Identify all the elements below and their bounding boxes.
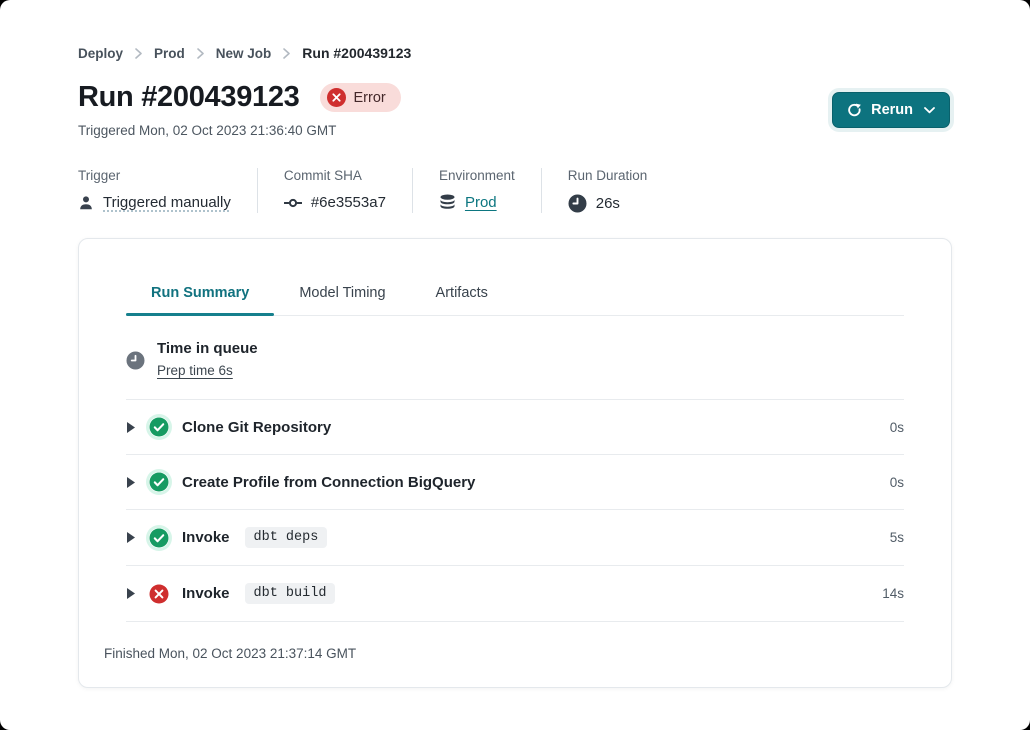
meta-duration-label: Run Duration (568, 168, 648, 183)
step-duration: 5s (890, 530, 904, 545)
prep-time-link[interactable]: Prep time 6s (157, 363, 233, 378)
x-circle-icon (149, 584, 169, 604)
breadcrumb: Deploy Prod New Job Run #200439123 (0, 0, 1030, 61)
meta-commit-label: Commit SHA (284, 168, 386, 183)
environment-link[interactable]: Prod (465, 194, 497, 211)
step-row-clone-git[interactable]: Clone Git Repository 0s (126, 400, 904, 455)
caret-right-icon[interactable] (126, 476, 136, 489)
trigger-value[interactable]: Triggered manually (103, 194, 231, 211)
step-duration: 0s (890, 420, 904, 435)
run-summary-card: Run Summary Model Timing Artifacts Time … (78, 238, 952, 688)
person-icon (78, 195, 94, 211)
status-badge-label: Error (354, 90, 386, 106)
meta-environment: Environment Prod (439, 168, 542, 213)
caret-right-icon[interactable] (126, 587, 136, 600)
breadcrumb-item-current-run: Run #200439123 (302, 45, 411, 61)
rerun-button-label: Rerun (871, 102, 913, 118)
chevron-right-icon (197, 48, 204, 59)
tab-artifacts[interactable]: Artifacts (411, 285, 513, 315)
time-in-queue-row: Time in queue Prep time 6s (126, 340, 904, 400)
status-badge: Error (320, 83, 401, 112)
rerun-button[interactable]: Rerun (832, 92, 950, 128)
run-detail-page: Deploy Prod New Job Run #200439123 Run #… (0, 0, 1030, 730)
chevron-right-icon (283, 48, 290, 59)
tab-run-summary[interactable]: Run Summary (126, 285, 274, 315)
commit-icon (284, 197, 302, 209)
clock-icon (568, 194, 587, 213)
step-command-chip: dbt deps (245, 527, 328, 548)
step-duration: 0s (890, 475, 904, 490)
step-row-create-profile[interactable]: Create Profile from Connection BigQuery … (126, 455, 904, 510)
check-circle-icon (149, 472, 169, 492)
tab-model-timing[interactable]: Model Timing (274, 285, 410, 315)
run-duration-value: 26s (596, 195, 620, 212)
breadcrumb-item-deploy[interactable]: Deploy (78, 46, 123, 61)
chevron-down-icon (924, 107, 935, 114)
time-in-queue-title: Time in queue (157, 340, 258, 357)
check-circle-icon (149, 417, 169, 437)
check-circle-icon (149, 528, 169, 548)
queue-clock-icon (126, 351, 145, 370)
meta-trigger: Trigger Triggered manually (78, 168, 258, 213)
meta-run-duration: Run Duration 26s (568, 168, 674, 213)
step-row-dbt-build[interactable]: Invoke dbt build 14s (126, 566, 904, 622)
breadcrumb-item-prod[interactable]: Prod (154, 46, 185, 61)
finished-timestamp: Finished Mon, 02 Oct 2023 21:37:14 GMT (104, 646, 926, 661)
page-title: Run #200439123 (78, 81, 300, 114)
meta-trigger-label: Trigger (78, 168, 231, 183)
meta-commit-sha: Commit SHA #6e3553a7 (284, 168, 413, 213)
step-row-dbt-deps[interactable]: Invoke dbt deps 5s (126, 510, 904, 566)
commit-sha-value: #6e3553a7 (311, 194, 386, 211)
step-label: Invoke (182, 585, 230, 602)
step-label: Create Profile from Connection BigQuery (182, 474, 475, 491)
tab-bar: Run Summary Model Timing Artifacts (126, 285, 904, 316)
refresh-icon (847, 103, 862, 118)
step-command-chip: dbt build (245, 583, 336, 604)
step-duration: 14s (882, 586, 904, 601)
caret-right-icon[interactable] (126, 421, 136, 434)
caret-right-icon[interactable] (126, 531, 136, 544)
run-meta-row: Trigger Triggered manually Commit SHA #6… (78, 168, 1030, 213)
database-icon (439, 194, 456, 211)
step-label: Invoke (182, 529, 230, 546)
step-label: Clone Git Repository (182, 419, 331, 436)
x-circle-icon (327, 88, 346, 107)
meta-environment-label: Environment (439, 168, 515, 183)
breadcrumb-item-new-job[interactable]: New Job (216, 46, 272, 61)
chevron-right-icon (135, 48, 142, 59)
